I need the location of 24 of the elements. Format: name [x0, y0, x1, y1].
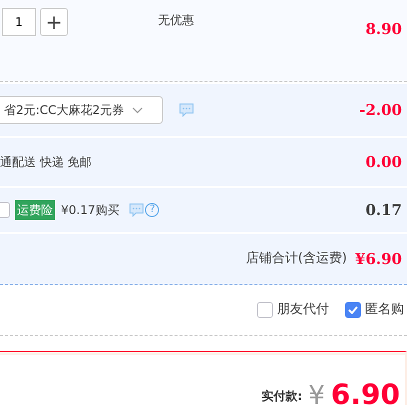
price-text: 8.90: [365, 19, 402, 40]
option-label: 朋友代付: [277, 301, 329, 320]
insurance-offer: ¥0.17购买: [61, 202, 120, 219]
check-icon: [348, 306, 358, 314]
store-total-amount: ¥6.90: [355, 248, 402, 270]
option-label: 匿名购: [365, 301, 404, 320]
comment-icon: [179, 103, 194, 117]
quantity-field[interactable]: 1: [2, 8, 36, 36]
plus-button[interactable]: +: [40, 8, 68, 36]
discount-text: 无优惠: [158, 12, 194, 29]
payment-amount: 6.90: [330, 381, 400, 405]
store-total-label: 店铺合计(含运费): [246, 250, 348, 268]
coupon-select[interactable]: 省2元:CC大麻花2元券: [0, 96, 163, 124]
checkbox[interactable]: [257, 302, 273, 318]
payment-label: 实付款:: [262, 388, 302, 405]
checkbox[interactable]: [345, 302, 361, 318]
insurance-amount: 0.17: [365, 200, 402, 221]
shipping-text: 通配送 快递 免邮: [0, 154, 92, 171]
comment-icon: [129, 203, 144, 217]
discount-amount: -2.00: [359, 100, 402, 121]
caret-icon: [132, 106, 144, 114]
currency-symbol: ¥: [308, 383, 325, 405]
insurance-tag: 运费险: [15, 200, 55, 220]
shipping-amount: 0.00: [365, 152, 402, 173]
